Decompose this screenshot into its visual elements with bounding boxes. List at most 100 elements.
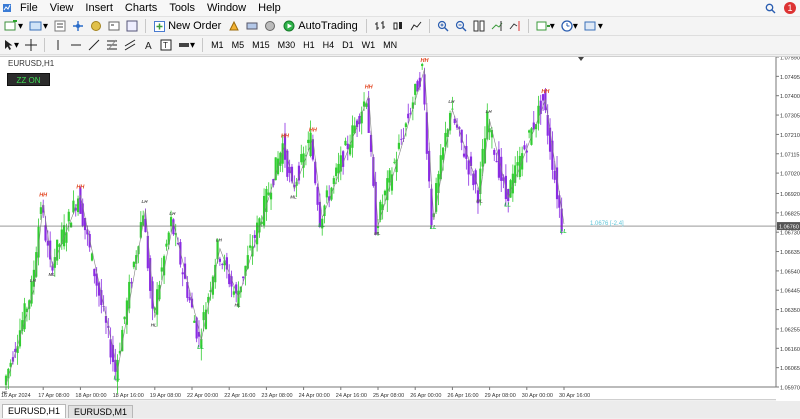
candle-body bbox=[70, 222, 73, 228]
menu-view[interactable]: View bbox=[44, 0, 80, 17]
swing-label-hl: HL bbox=[151, 323, 157, 328]
menu-tools[interactable]: Tools bbox=[163, 0, 201, 17]
timeframe-m15[interactable]: M15 bbox=[249, 40, 273, 50]
candle-body bbox=[165, 243, 168, 247]
candle-body bbox=[281, 143, 284, 164]
equidistant-channel-icon[interactable] bbox=[122, 37, 138, 53]
price-tick-label: 1.06160 bbox=[780, 347, 800, 353]
app-logo-icon bbox=[3, 4, 11, 12]
templates-icon[interactable]: ▾ bbox=[582, 18, 605, 34]
candle-body bbox=[311, 139, 314, 160]
timeframe-m5[interactable]: M5 bbox=[229, 40, 248, 50]
data-window-icon[interactable] bbox=[88, 18, 104, 34]
timeframe-m30[interactable]: M30 bbox=[275, 40, 299, 50]
timeframe-h1[interactable]: H1 bbox=[300, 40, 318, 50]
standard-toolbar: ▾ ▾ New Order AutoTrading ▾ ▾ ▾ bbox=[0, 17, 800, 36]
current-price-label: 1.06760 bbox=[779, 225, 799, 231]
menu-window[interactable]: Window bbox=[201, 0, 252, 17]
candle-body bbox=[451, 108, 454, 110]
indicators-icon[interactable]: ▾ bbox=[534, 18, 557, 34]
trendline-icon[interactable] bbox=[86, 37, 102, 53]
line-chart-icon[interactable] bbox=[408, 18, 424, 34]
toolbar-separator bbox=[44, 38, 46, 52]
timeframe-d1[interactable]: D1 bbox=[339, 40, 357, 50]
cursor-icon[interactable]: ▾ bbox=[2, 37, 21, 53]
vertical-line-icon[interactable] bbox=[50, 37, 66, 53]
timeframe-w1[interactable]: W1 bbox=[359, 40, 379, 50]
candle-body bbox=[93, 268, 96, 277]
toolbar-separator bbox=[527, 19, 529, 33]
candle-body bbox=[493, 149, 496, 155]
candle-body bbox=[553, 170, 556, 180]
candle-body bbox=[307, 139, 310, 144]
time-tick-label: 26 Apr 00:00 bbox=[410, 393, 441, 399]
price-chart[interactable]: 1.07590 1.07495 1.07400 1.07305 1.07210 1.071… bbox=[0, 57, 800, 401]
text-icon[interactable]: A bbox=[140, 37, 156, 53]
terminal-icon[interactable] bbox=[106, 18, 122, 34]
chart-window[interactable]: 1.07590 1.07495 1.07400 1.07305 1.07210 1.071… bbox=[0, 56, 800, 401]
autotrading-button[interactable]: AutoTrading bbox=[280, 18, 361, 34]
candle-body bbox=[4, 375, 8, 386]
strategy-tester-icon[interactable] bbox=[124, 18, 140, 34]
swing-label-ml: ML bbox=[49, 272, 56, 277]
swing-label-hh: HH bbox=[541, 89, 550, 95]
candle-body bbox=[169, 217, 173, 226]
zoom-in-icon[interactable] bbox=[435, 18, 451, 34]
chart-shift-icon[interactable] bbox=[507, 18, 523, 34]
tab-eurusd-h1[interactable]: EURUSD,H1 bbox=[2, 404, 67, 418]
candle-body bbox=[344, 140, 347, 146]
time-tick-label: 22 Apr 00:00 bbox=[187, 393, 218, 399]
periods-icon[interactable]: ▾ bbox=[559, 18, 580, 34]
zz-toggle-button[interactable]: ZZ ON bbox=[7, 73, 50, 86]
tab-eurusd-m1[interactable]: EURUSD,M1 bbox=[68, 405, 134, 418]
timeframe-mn[interactable]: MN bbox=[380, 40, 400, 50]
candle-body bbox=[146, 235, 149, 269]
swing-label-ll: LL bbox=[560, 229, 567, 235]
swing-label-hl: HL bbox=[235, 302, 241, 307]
fibonacci-icon[interactable] bbox=[104, 37, 120, 53]
menu-bar: File View Insert Charts Tools Window Hel… bbox=[0, 0, 800, 17]
market-watch-icon[interactable] bbox=[52, 18, 68, 34]
menu-file[interactable]: File bbox=[14, 0, 44, 17]
notification-badge[interactable]: 1 bbox=[784, 2, 796, 14]
chart-symbol-label: EURUSD,H1 bbox=[8, 59, 55, 68]
timeframe-h4[interactable]: H4 bbox=[320, 40, 338, 50]
candlestick-chart-icon[interactable] bbox=[390, 18, 406, 34]
arrows-icon[interactable]: ▾ bbox=[176, 37, 197, 53]
price-tick-label: 1.05970 bbox=[780, 386, 800, 392]
candle-body bbox=[67, 211, 70, 222]
signals-icon[interactable] bbox=[244, 18, 260, 34]
menu-charts[interactable]: Charts bbox=[119, 0, 163, 17]
auto-scroll-icon[interactable] bbox=[489, 18, 505, 34]
candle-body bbox=[60, 229, 63, 245]
menu-help[interactable]: Help bbox=[252, 0, 287, 17]
tile-windows-icon[interactable] bbox=[471, 18, 487, 34]
candle-body bbox=[467, 160, 470, 175]
text-label-icon[interactable]: T bbox=[158, 37, 174, 53]
metaeditor-icon[interactable] bbox=[226, 18, 242, 34]
swing-label-lh: LH bbox=[142, 199, 149, 204]
navigator-icon[interactable] bbox=[70, 18, 86, 34]
zoom-out-icon[interactable] bbox=[453, 18, 469, 34]
bar-chart-icon[interactable] bbox=[372, 18, 388, 34]
crosshair-icon[interactable] bbox=[23, 37, 39, 53]
search-icon[interactable] bbox=[765, 3, 776, 14]
new-chart-icon[interactable]: ▾ bbox=[2, 18, 25, 34]
zigzag-line bbox=[5, 69, 565, 386]
profiles-icon[interactable]: ▾ bbox=[27, 18, 50, 34]
new-order-button[interactable]: New Order bbox=[151, 18, 224, 34]
candle-body bbox=[414, 83, 417, 95]
candle-body bbox=[267, 192, 270, 195]
market-icon[interactable] bbox=[262, 18, 278, 34]
candle-body bbox=[393, 161, 396, 163]
swing-label-ll: LL bbox=[197, 345, 204, 351]
swing-label-ml: ML bbox=[374, 231, 381, 236]
swing-label-hh: HH bbox=[39, 193, 48, 199]
swing-label-lh: LH bbox=[30, 278, 37, 283]
horizontal-line-icon[interactable] bbox=[68, 37, 84, 53]
timeframe-m1[interactable]: M1 bbox=[208, 40, 227, 50]
menu-insert[interactable]: Insert bbox=[79, 0, 119, 17]
candle-body bbox=[337, 163, 340, 174]
price-tick-label: 1.06350 bbox=[780, 308, 800, 314]
candle-body bbox=[300, 154, 303, 163]
